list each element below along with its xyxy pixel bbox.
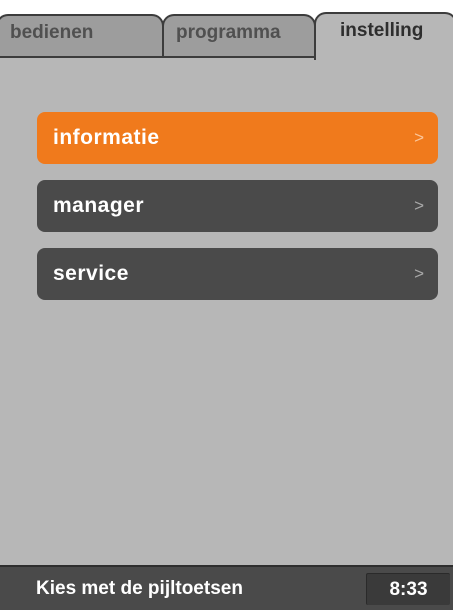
menu-item-label: manager: [53, 194, 145, 217]
menu-item-service[interactable]: service >: [37, 248, 438, 300]
screen: bedienen programma instelling informatie…: [0, 0, 453, 610]
tab-bar: bedienen programma instelling: [0, 0, 453, 60]
menu-item-label: service: [53, 262, 129, 285]
tab-programma[interactable]: programma: [162, 14, 316, 58]
menu-item-informatie[interactable]: informatie >: [37, 112, 438, 164]
status-bar: Kies met de pijltoetsen 8:33: [0, 565, 453, 610]
chevron-right-icon: >: [414, 264, 424, 283]
clock: 8:33: [366, 573, 450, 605]
tab-label: instelling: [340, 20, 424, 41]
menu-item-label: informatie: [53, 126, 160, 149]
chevron-right-icon: >: [414, 196, 424, 215]
tab-label: programma: [176, 22, 281, 43]
tab-label: bedienen: [10, 22, 94, 43]
tab-bedienen[interactable]: bedienen: [0, 14, 164, 58]
chevron-right-icon: >: [414, 128, 424, 147]
menu-item-manager[interactable]: manager >: [37, 180, 438, 232]
status-hint: Kies met de pijltoetsen: [36, 578, 243, 599]
settings-menu: informatie > manager > service >: [37, 112, 438, 316]
tab-instelling[interactable]: instelling: [314, 12, 453, 60]
